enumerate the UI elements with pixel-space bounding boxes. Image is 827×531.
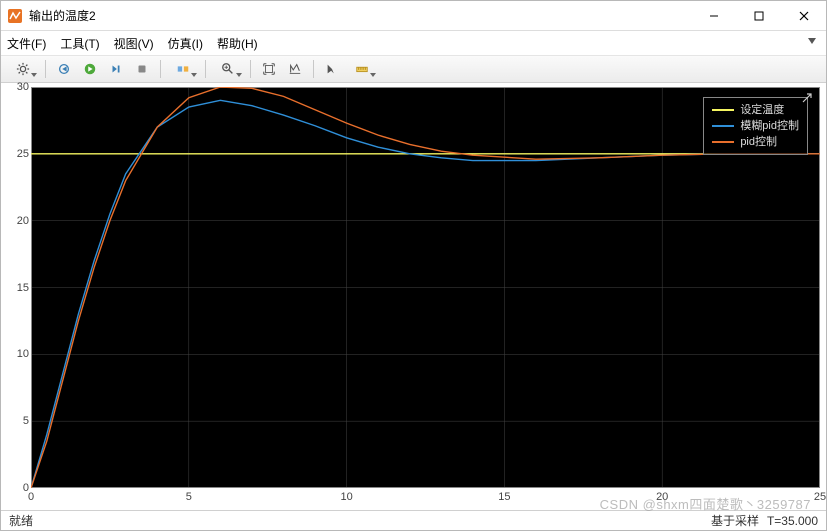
menu-help[interactable]: 帮助(H) xyxy=(217,35,258,52)
step-back-button[interactable] xyxy=(52,58,76,80)
window-title: 输出的温度2 xyxy=(29,7,691,24)
legend-label-1: 模糊pid控制 xyxy=(740,118,799,134)
toolbar-separator xyxy=(45,60,46,78)
menubar: 文件(F) 工具(T) 视图(V) 仿真(I) 帮助(H) xyxy=(1,31,826,55)
dock-icon[interactable] xyxy=(802,93,812,103)
settings-button[interactable] xyxy=(7,58,39,80)
stop-button[interactable] xyxy=(130,58,154,80)
menu-view[interactable]: 视图(V) xyxy=(114,35,154,52)
legend-swatch-0 xyxy=(712,109,734,111)
y-tick-label: 25 xyxy=(17,148,29,160)
x-tick-label: 5 xyxy=(186,491,192,503)
toolbar xyxy=(1,55,826,83)
y-tick-label: 10 xyxy=(17,348,29,360)
measurements-button[interactable] xyxy=(346,58,378,80)
legend-swatch-2 xyxy=(712,141,734,143)
legend-item-2: pid控制 xyxy=(712,134,799,150)
status-left: 就绪 xyxy=(9,512,33,529)
x-tick-label: 10 xyxy=(340,491,352,503)
plot-canvas xyxy=(31,87,820,488)
y-tick-label: 5 xyxy=(23,415,29,427)
x-tick-label: 15 xyxy=(498,491,510,503)
toolbar-separator xyxy=(313,60,314,78)
titlebar: 输出的温度2 xyxy=(1,1,826,31)
y-tick-label: 30 xyxy=(17,81,29,93)
legend-swatch-1 xyxy=(712,125,734,127)
app-icon xyxy=(7,8,23,24)
autoscale-button[interactable] xyxy=(257,58,281,80)
menu-expand-icon[interactable] xyxy=(806,35,818,47)
y-tick-label: 15 xyxy=(17,282,29,294)
trigger-button[interactable] xyxy=(167,58,199,80)
x-tick-label: 25 xyxy=(814,491,826,503)
status-right-value: T=35.000 xyxy=(767,514,818,528)
legend-item-1: 模糊pid控制 xyxy=(712,118,799,134)
plot-area: 设定温度 模糊pid控制 pid控制 051015202530051015202… xyxy=(1,83,826,510)
menu-simulate[interactable]: 仿真(I) xyxy=(168,35,203,52)
cursor-measure-button[interactable] xyxy=(320,58,344,80)
legend[interactable]: 设定温度 模糊pid控制 pid控制 xyxy=(703,97,808,155)
legend-item-0: 设定温度 xyxy=(712,102,799,118)
scope-window: 输出的温度2 文件(F) 工具(T) 视图(V) 仿真(I) 帮助(H) xyxy=(0,0,827,531)
statusbar: 就绪 基于采样 T=35.000 xyxy=(1,510,826,530)
restore-axes-button[interactable] xyxy=(283,58,307,80)
close-button[interactable] xyxy=(781,1,826,30)
y-tick-label: 20 xyxy=(17,215,29,227)
menu-tools[interactable]: 工具(T) xyxy=(60,35,99,52)
zoom-button[interactable] xyxy=(212,58,244,80)
step-forward-button[interactable] xyxy=(104,58,128,80)
minimize-button[interactable] xyxy=(691,1,736,30)
x-tick-label: 20 xyxy=(656,491,668,503)
x-tick-label: 0 xyxy=(28,491,34,503)
legend-label-2: pid控制 xyxy=(740,134,777,150)
status-right-label: 基于采样 xyxy=(711,512,759,529)
toolbar-separator xyxy=(160,60,161,78)
menu-file[interactable]: 文件(F) xyxy=(7,35,46,52)
toolbar-separator xyxy=(250,60,251,78)
maximize-button[interactable] xyxy=(736,1,781,30)
window-buttons xyxy=(691,1,826,30)
legend-label-0: 设定温度 xyxy=(740,102,784,118)
run-button[interactable] xyxy=(78,58,102,80)
plot-background[interactable]: 设定温度 模糊pid控制 pid控制 xyxy=(31,87,820,488)
toolbar-separator xyxy=(205,60,206,78)
